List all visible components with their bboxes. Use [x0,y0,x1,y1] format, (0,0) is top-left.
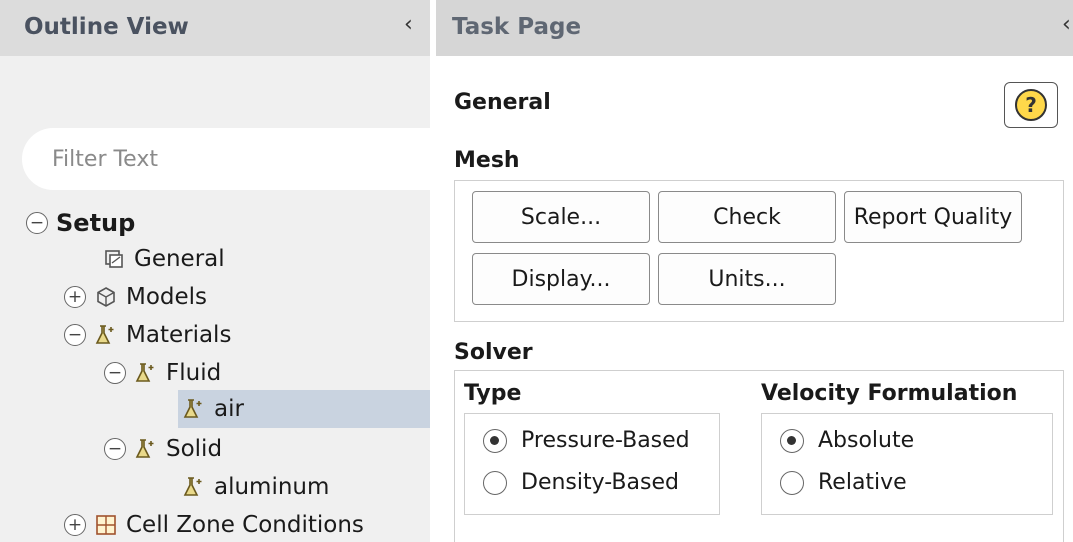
aluminum-material-icon [182,475,206,499]
tree-item-models[interactable]: + Models [64,279,207,315]
velocity-radio-group: Absolute Relative [761,413,1053,515]
tree-item-cell-zone-conditions[interactable]: + Cell Zone Conditions [64,507,364,542]
pressure-based-label: Pressure-Based [521,428,690,453]
filter-text-input[interactable] [52,142,412,176]
solver-section-title: Solver [454,340,533,365]
relative-label: Relative [818,470,907,495]
models-cube-icon [94,285,118,309]
relative-radio[interactable] [780,470,804,495]
air-material-icon [182,397,206,421]
tree-item-label: Solid [166,436,223,462]
collapse-toggle-icon[interactable]: − [26,212,48,234]
tree-item-general[interactable]: General [102,241,225,277]
tree-item-aluminum[interactable]: aluminum [182,469,329,505]
expand-toggle-icon[interactable]: + [64,514,86,536]
task-page-panel: Task Page ‹ General ? Mesh Scale... Chec… [436,0,1073,542]
cell-zone-grid-icon [94,513,118,537]
materials-flask-icon [94,323,118,347]
tree-item-label: Materials [126,322,232,348]
tree-item-label: Models [126,284,208,310]
help-question-icon: ? [1015,89,1047,121]
velocity-formulation-title: Velocity Formulation [761,381,1018,406]
outline-view-header: Outline View ‹ [0,0,430,56]
tree-item-label: Cell Zone Conditions [126,512,364,538]
density-based-label: Density-Based [521,470,679,495]
filter-text-box [22,128,430,190]
absolute-label: Absolute [818,428,915,453]
fluid-flask-icon [134,361,158,385]
type-group-title: Type [464,381,522,406]
mesh-section-title: Mesh [454,148,520,173]
density-based-radio[interactable] [483,470,507,495]
tree-item-materials[interactable]: − Materials [64,317,231,353]
solver-group: Type Pressure-Based Density-Based Veloci… [454,370,1064,542]
task-page-title: Task Page [452,14,582,40]
general-settings-icon [102,247,126,271]
expand-toggle-icon[interactable]: + [64,286,86,308]
solid-flask-icon [134,437,158,461]
outline-view-panel: Outline View ‹ − Setup General + Models … [0,0,430,542]
scale-button[interactable]: Scale... [472,191,650,243]
tree-item-solid[interactable]: − Solid [104,431,222,467]
collapse-toggle-icon[interactable]: − [104,438,126,460]
tree-item-setup[interactable]: − Setup [26,205,135,241]
absolute-radio[interactable] [780,428,804,453]
tree-item-label: Fluid [166,360,222,386]
density-based-option[interactable]: Density-Based [483,470,679,495]
report-quality-button[interactable]: Report Quality [844,191,1022,243]
absolute-option[interactable]: Absolute [780,428,914,453]
task-page-header: Task Page ‹ [436,0,1073,56]
type-radio-group: Pressure-Based Density-Based [464,413,720,515]
relative-option[interactable]: Relative [780,470,907,495]
tree-item-label: air [214,396,244,422]
tree-item-label: Setup [56,209,136,237]
tree-item-label: General [134,246,225,272]
outline-collapse-icon[interactable]: ‹ [404,12,413,37]
units-button[interactable]: Units... [658,253,836,305]
task-collapse-icon[interactable]: ‹ [1062,12,1071,37]
collapse-toggle-icon[interactable]: − [104,362,126,384]
tree-item-label: aluminum [214,474,330,500]
tree-item-air[interactable]: air [182,391,244,427]
pressure-based-option[interactable]: Pressure-Based [483,428,690,453]
page-heading: General [454,90,551,115]
outline-view-title: Outline View [24,14,189,40]
pressure-based-radio[interactable] [483,428,507,453]
help-button[interactable]: ? [1004,82,1058,128]
mesh-group: Scale... Check Report Quality Display...… [454,180,1064,322]
collapse-toggle-icon[interactable]: − [64,324,86,346]
display-button[interactable]: Display... [472,253,650,305]
check-button[interactable]: Check [658,191,836,243]
tree-item-fluid[interactable]: − Fluid [104,355,221,391]
